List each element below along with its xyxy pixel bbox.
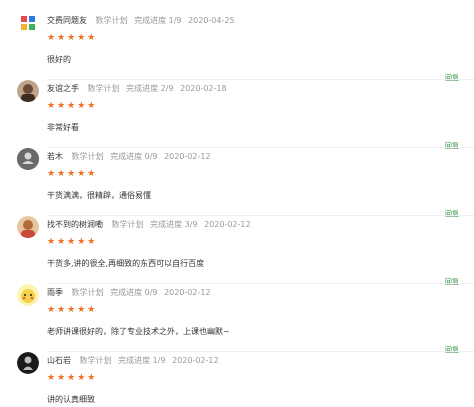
review-content: 非常好看 xyxy=(47,123,79,132)
star-rating: ★★★★★ xyxy=(47,169,98,179)
person-photo-avatar-icon[interactable] xyxy=(17,80,39,102)
star-rating: ★★★★★ xyxy=(47,373,98,383)
review-item: 山石岩 数学计划 完成进度 1/9 2020-02-12 ★★★★★ 讲的认真细… xyxy=(0,352,474,404)
progress-text: 完成进度 1/9 xyxy=(118,356,166,365)
review-meta: 山石岩 数学计划 完成进度 1/9 2020-02-12 xyxy=(47,354,223,368)
pikachu-avatar-icon[interactable] xyxy=(17,284,39,306)
review-item: 找不到的树涧嘞 数学计划 完成进度 3/9 2020-02-12 ★★★★★ 干… xyxy=(0,216,474,286)
progress-text: 完成进度 3/9 xyxy=(150,220,198,229)
review-content: 干货满满，很精辟，通俗易懂 xyxy=(47,191,151,200)
review-content: 干货多,讲的很全,再细致的东西可以自行百度 xyxy=(47,259,205,268)
reviewer-name[interactable]: 山石岩 xyxy=(47,356,71,365)
review-meta: 友谊之手 数学计划 完成进度 2/9 2020-02-18 xyxy=(47,82,231,96)
portrait-avatar-icon[interactable] xyxy=(17,216,39,238)
reviewer-name[interactable]: 若木 xyxy=(47,152,63,161)
review-item: 友谊之手 数学计划 完成进度 2/9 2020-02-18 ★★★★★ 非常好看… xyxy=(0,80,474,150)
review-date: 2020-02-12 xyxy=(204,220,251,229)
review-list: 交费同题友 数学计划 完成进度 1/9 2020-04-25 ★★★★★ 很好的… xyxy=(0,0,474,404)
review-meta: 若木 数学计划 完成进度 0/9 2020-02-12 xyxy=(47,150,215,164)
reviewer-name[interactable]: 雨季 xyxy=(47,288,63,297)
plan-name: 数学计划 xyxy=(71,152,104,161)
review-date: 2020-02-12 xyxy=(164,152,211,161)
star-rating: ★★★★★ xyxy=(47,237,98,247)
review-content: 老师讲课很好的，除了专业技术之外，上课也幽默~ xyxy=(47,327,230,336)
default-avatar-icon[interactable] xyxy=(17,148,39,170)
star-rating: ★★★★★ xyxy=(47,305,98,315)
review-meta: 找不到的树涧嘞 数学计划 完成进度 3/9 2020-02-12 xyxy=(47,218,255,232)
star-rating: ★★★★★ xyxy=(47,101,98,111)
review-meta: 雨季 数学计划 完成进度 0/9 2020-02-12 xyxy=(47,286,215,300)
review-content: 很好的 xyxy=(47,55,71,64)
reviewer-name[interactable]: 交费同题友 xyxy=(47,16,87,25)
progress-text: 完成进度 1/9 xyxy=(134,16,182,25)
progress-text: 完成进度 0/9 xyxy=(110,288,158,297)
plan-name: 数学计划 xyxy=(87,84,120,93)
colorful-character-avatar-icon[interactable] xyxy=(17,12,39,34)
review-date: 2020-04-25 xyxy=(188,16,235,25)
review-date: 2020-02-18 xyxy=(180,84,227,93)
reviewer-name[interactable]: 找不到的树涧嘞 xyxy=(47,220,103,229)
reviewer-name[interactable]: 友谊之手 xyxy=(47,84,79,93)
plan-name: 数学计划 xyxy=(111,220,144,229)
dark-figure-avatar-icon[interactable] xyxy=(17,352,39,374)
review-date: 2020-02-12 xyxy=(172,356,219,365)
plan-name: 数学计划 xyxy=(71,288,104,297)
review-item: 雨季 数学计划 完成进度 0/9 2020-02-12 ★★★★★ 老师讲课很好… xyxy=(0,284,474,354)
star-rating: ★★★★★ xyxy=(47,33,98,43)
review-content: 讲的认真细致 xyxy=(47,395,95,404)
review-meta: 交费同题友 数学计划 完成进度 1/9 2020-04-25 xyxy=(47,14,239,28)
plan-name: 数学计划 xyxy=(79,356,112,365)
review-item: 若木 数学计划 完成进度 0/9 2020-02-12 ★★★★★ 干货满满，很… xyxy=(0,148,474,218)
progress-text: 完成进度 2/9 xyxy=(126,84,174,93)
plan-name: 数学计划 xyxy=(95,16,128,25)
progress-text: 完成进度 0/9 xyxy=(110,152,158,161)
review-date: 2020-02-12 xyxy=(164,288,211,297)
review-item: 交费同题友 数学计划 完成进度 1/9 2020-04-25 ★★★★★ 很好的… xyxy=(0,12,474,82)
